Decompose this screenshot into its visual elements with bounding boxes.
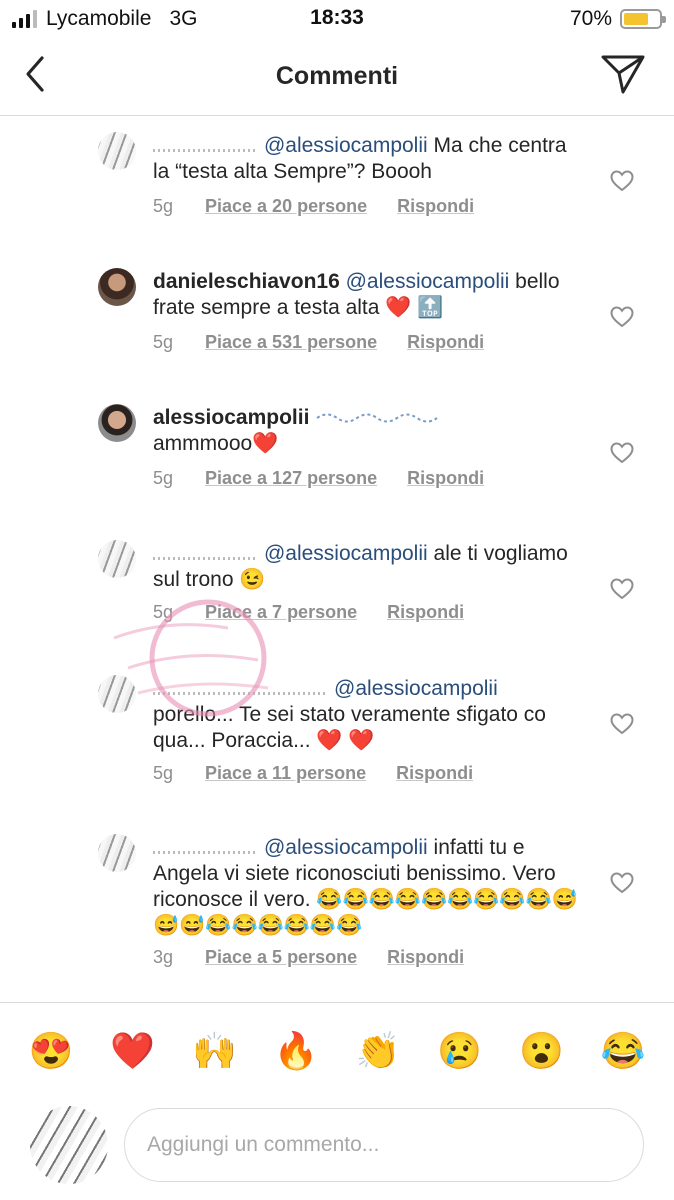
comment-item: xxxxxxxxxxxxxxx @alessiocampolii porello…	[0, 673, 674, 803]
avatar[interactable]	[98, 540, 136, 578]
like-heart-icon[interactable]	[610, 578, 634, 600]
comment-username[interactable]: xxxxxxxxx	[153, 542, 259, 565]
likes-link[interactable]: Piace a 127 persone	[205, 468, 377, 489]
reply-button[interactable]: Rispondi	[396, 763, 473, 784]
battery-level	[624, 13, 648, 25]
likes-link[interactable]: Piace a 5 persone	[205, 947, 357, 968]
emoji-fire[interactable]: 🔥	[267, 1029, 325, 1073]
comment-meta: 5g Piace a 20 persone Rispondi	[153, 196, 474, 217]
comment-username[interactable]: xxxxxxxxx	[153, 134, 259, 157]
nav-bar: Commenti	[0, 38, 674, 116]
comment-mention[interactable]: @alessiocampolii	[264, 542, 428, 565]
comment-text: xxxxxxxxx @alessiocampolii infatti tu e …	[153, 835, 583, 939]
battery-icon	[620, 9, 666, 29]
paper-plane-icon	[601, 55, 645, 94]
status-right: 70%	[569, 7, 666, 31]
comment-mention[interactable]: @alessiocampolii	[264, 134, 428, 157]
comment-input[interactable]	[124, 1108, 644, 1182]
comment-body: ammmooo❤️	[153, 432, 279, 455]
comment-text: xxxxxxxxxxxxxxx @alessiocampolii porello…	[153, 676, 583, 754]
comment-item: xxxxxxxxx @alessiocampolii infatti tu e …	[0, 832, 674, 982]
emoji-heart-eyes[interactable]: 😍	[22, 1029, 80, 1073]
battery-percent: 70%	[569, 7, 612, 30]
comment-age: 5g	[153, 602, 174, 622]
emoji-raised-hands[interactable]: 🙌	[185, 1029, 243, 1073]
redacted-tag	[316, 413, 438, 423]
comment-item: danieleschiavon16 @alessiocampolii bello…	[0, 266, 674, 376]
comment-age: 5g	[153, 763, 174, 783]
likes-link[interactable]: Piace a 7 persone	[205, 602, 357, 623]
comment-text: danieleschiavon16 @alessiocampolii bello…	[153, 269, 583, 321]
comment-username[interactable]: danieleschiavon16	[153, 270, 340, 293]
like-heart-icon[interactable]	[610, 713, 634, 735]
comment-meta: 5g Piace a 11 persone Rispondi	[153, 763, 473, 784]
comment-item: xxxxxxxxx @alessiocampolii Ma che centra…	[0, 130, 674, 240]
comment-mention[interactable]: @alessiocampolii	[264, 836, 428, 859]
comment-item: xxxxxxxxx @alessiocampolii ale ti voglia…	[0, 538, 674, 648]
comment-age: 5g	[153, 196, 174, 216]
comment-username[interactable]: xxxxxxxxx	[153, 836, 259, 859]
likes-link[interactable]: Piace a 20 persone	[205, 196, 367, 217]
like-heart-icon[interactable]	[610, 306, 634, 328]
comment-text: alessiocampolii ammmooo❤️	[153, 405, 583, 457]
like-heart-icon[interactable]	[610, 170, 634, 192]
emoji-laughing[interactable]: 😂	[594, 1029, 652, 1073]
emoji-clapping[interactable]: 👏	[349, 1029, 407, 1073]
like-heart-icon[interactable]	[610, 442, 634, 464]
reply-button[interactable]: Rispondi	[387, 947, 464, 968]
comment-age: 5g	[153, 468, 174, 488]
reply-button[interactable]: Rispondi	[387, 602, 464, 623]
comment-text: xxxxxxxxx @alessiocampolii Ma che centra…	[153, 133, 583, 185]
emoji-crying[interactable]: 😢	[431, 1029, 489, 1073]
likes-link[interactable]: Piace a 531 persone	[205, 332, 377, 353]
send-direct-button[interactable]	[600, 52, 646, 96]
reply-button[interactable]: Rispondi	[407, 468, 484, 489]
emoji-surprised[interactable]: 😮	[512, 1029, 570, 1073]
comment-meta: 3g Piace a 5 persone Rispondi	[153, 947, 464, 968]
avatar[interactable]	[98, 268, 136, 306]
avatar[interactable]	[98, 834, 136, 872]
comment-username[interactable]: alessiocampolii	[153, 406, 309, 429]
avatar[interactable]	[98, 404, 136, 442]
comment-username[interactable]: xxxxxxxxxxxxxxx	[153, 677, 329, 700]
likes-link[interactable]: Piace a 11 persone	[205, 763, 366, 784]
like-heart-icon[interactable]	[610, 872, 634, 894]
status-bar: Lycamobile 3G 18:33 70%	[0, 0, 674, 38]
comment-meta: 5g Piace a 531 persone Rispondi	[153, 332, 484, 353]
comment-age: 5g	[153, 332, 174, 352]
comment-meta: 5g Piace a 127 persone Rispondi	[153, 468, 484, 489]
avatar	[30, 1106, 108, 1184]
comment-mention[interactable]: @alessiocampolii	[334, 677, 498, 700]
reply-button[interactable]: Rispondi	[407, 332, 484, 353]
comment-age: 3g	[153, 947, 174, 967]
reply-button[interactable]: Rispondi	[397, 196, 474, 217]
comment-body: porello... Te sei stato veramente sfigat…	[153, 703, 546, 752]
comment-meta: 5g Piace a 7 persone Rispondi	[153, 602, 464, 623]
emoji-red-heart[interactable]: ❤️	[104, 1029, 162, 1073]
avatar[interactable]	[98, 675, 136, 713]
comment-composer	[0, 1098, 674, 1200]
comment-item: alessiocampolii ammmooo❤️ 5g Piace a 127…	[0, 402, 674, 512]
page-title: Commenti	[275, 62, 399, 90]
comment-text: xxxxxxxxx @alessiocampolii ale ti voglia…	[153, 541, 583, 593]
comment-mention[interactable]: @alessiocampolii	[346, 270, 510, 293]
avatar[interactable]	[98, 132, 136, 170]
quick-emoji-bar: 😍 ❤️ 🙌 🔥 👏 😢 😮 😂	[0, 1002, 674, 1098]
